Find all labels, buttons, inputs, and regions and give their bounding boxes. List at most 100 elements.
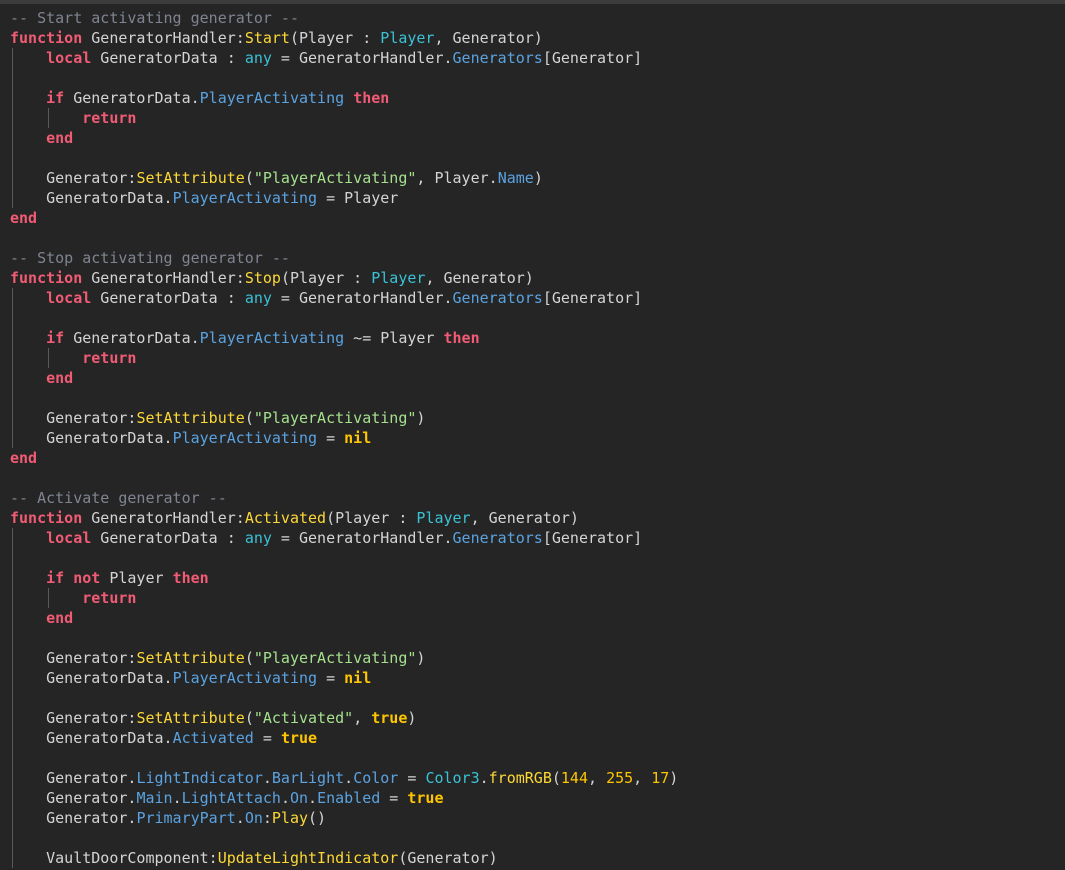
code-token-plain: . — [344, 769, 354, 787]
code-line[interactable]: if not Player then — [10, 568, 678, 588]
code-token-prop: PlayerActivating — [199, 329, 345, 347]
code-line[interactable]: Generator:SetAttribute("PlayerActivating… — [10, 168, 678, 188]
indent-guide — [12, 548, 13, 568]
indent-guide — [12, 368, 13, 388]
code-line[interactable]: end — [10, 608, 678, 628]
code-line[interactable]: local GeneratorData : any = GeneratorHan… — [10, 48, 678, 68]
code-line[interactable]: Generator.Main.LightAttach.On.Enabled = … — [10, 788, 678, 808]
code-line[interactable]: Generator:SetAttribute("PlayerActivating… — [10, 648, 678, 668]
code-line[interactable]: local GeneratorData : any = GeneratorHan… — [10, 288, 678, 308]
indent-guide — [12, 828, 13, 848]
code-line[interactable]: end — [10, 128, 678, 148]
code-token-fn: fromRGB — [488, 769, 552, 787]
code-line[interactable]: Generator.PrimaryPart.On:Play() — [10, 808, 678, 828]
code-line[interactable] — [10, 388, 678, 408]
indent-guide — [12, 88, 13, 108]
code-token-plain: ) — [416, 649, 426, 667]
code-token-plain: Generator: — [46, 409, 137, 427]
code-token-plain: Generator: — [46, 169, 137, 187]
code-token-prop: BarLight — [271, 769, 345, 787]
code-line[interactable]: return — [10, 588, 678, 608]
code-line[interactable]: return — [10, 348, 678, 368]
code-line[interactable]: GeneratorData.PlayerActivating = nil — [10, 668, 678, 688]
code-token-plain: , Player. — [416, 169, 498, 187]
code-line[interactable]: return — [10, 108, 678, 128]
code-line[interactable]: GeneratorData.Activated = true — [10, 728, 678, 748]
indent-guide — [12, 408, 13, 428]
code-token-type: any — [244, 529, 272, 547]
code-token-plain: ( — [551, 769, 561, 787]
code-token-bool: nil — [344, 429, 372, 447]
code-line[interactable]: GeneratorData.PlayerActivating = nil — [10, 428, 678, 448]
code-line[interactable]: VaultDoorComponent:UpdateLightIndicator(… — [10, 848, 678, 868]
indent-guide — [48, 348, 50, 368]
code-token-plain: , Generator) — [434, 29, 543, 47]
code-line[interactable]: Generator:SetAttribute("PlayerActivating… — [10, 408, 678, 428]
code-token-plain: . — [172, 789, 182, 807]
code-line[interactable]: end — [10, 368, 678, 388]
code-token-plain: GeneratorData. — [46, 729, 173, 747]
code-line[interactable] — [10, 468, 678, 488]
code-token-prop: Generators — [452, 529, 543, 547]
code-token-keyword: then — [443, 329, 480, 347]
indent-guide — [12, 768, 13, 788]
code-line[interactable]: function GeneratorHandler:Start(Player :… — [10, 28, 678, 48]
code-token-prop: Activated — [172, 729, 254, 747]
indent-guide — [12, 188, 13, 208]
code-line[interactable]: -- Activate generator -- — [10, 488, 678, 508]
code-line[interactable]: Generator.LightIndicator.BarLight.Color … — [10, 768, 678, 788]
code-line[interactable] — [10, 748, 678, 768]
code-line[interactable] — [10, 548, 678, 568]
code-token-prop: Enabled — [317, 789, 381, 807]
code-line[interactable]: -- Stop activating generator -- — [10, 248, 678, 268]
code-line[interactable]: GeneratorData.PlayerActivating = Player — [10, 188, 678, 208]
indent-guide — [12, 728, 13, 748]
code-token-plain: Player — [100, 569, 173, 587]
code-line[interactable] — [10, 148, 678, 168]
code-token-prop: Generators — [452, 289, 543, 307]
code-token-plain: [Generator] — [542, 529, 643, 547]
code-line[interactable]: local GeneratorData : any = GeneratorHan… — [10, 528, 678, 548]
code-token-keyword: function — [10, 509, 83, 527]
code-line[interactable] — [10, 828, 678, 848]
code-line[interactable]: function GeneratorHandler:Stop(Player : … — [10, 268, 678, 288]
code-line[interactable]: Generator:SetAttribute("Activated", true… — [10, 708, 678, 728]
code-token-plain: ( — [244, 649, 254, 667]
code-token-keyword: local — [46, 529, 92, 547]
indent-guide — [12, 428, 13, 448]
code-token-keyword: return — [82, 349, 137, 367]
code-token-plain: ~= Player — [344, 329, 444, 347]
code-line[interactable] — [10, 308, 678, 328]
code-line[interactable]: function GeneratorHandler:Activated(Play… — [10, 508, 678, 528]
code-line[interactable]: if GeneratorData.PlayerActivating ~= Pla… — [10, 328, 678, 348]
code-token-plain: GeneratorData. — [46, 189, 173, 207]
indent-guide — [12, 68, 13, 88]
code-editor[interactable]: -- Start activating generator -- function… — [0, 0, 1065, 870]
code-view[interactable]: -- Start activating generator -- function… — [10, 8, 678, 868]
code-token-plain: . — [280, 789, 290, 807]
code-line[interactable] — [10, 688, 678, 708]
code-line[interactable] — [10, 68, 678, 88]
code-token-keyword: end — [10, 449, 38, 467]
code-line[interactable]: end — [10, 208, 678, 228]
code-line[interactable]: -- Start activating generator -- — [10, 8, 678, 28]
code-line[interactable]: if GeneratorData.PlayerActivating then — [10, 88, 678, 108]
code-token-plain: = — [398, 769, 426, 787]
code-token-prop: PrimaryPart — [136, 809, 236, 827]
code-line[interactable]: end — [10, 448, 678, 468]
code-line[interactable] — [10, 228, 678, 248]
code-token-bool: nil — [344, 669, 372, 687]
code-token-fn: Stop — [244, 269, 281, 287]
code-token-string: "Activated" — [253, 709, 354, 727]
code-token-bool: true — [371, 709, 408, 727]
code-line[interactable] — [10, 628, 678, 648]
code-token-plain: . — [479, 769, 489, 787]
